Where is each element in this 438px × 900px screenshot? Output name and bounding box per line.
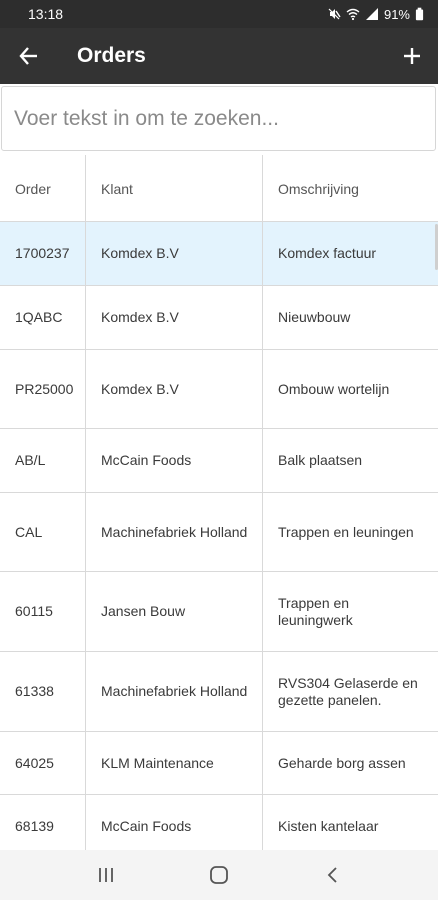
table-row[interactable]: 61338 Machinefabriek Holland RVS304 Gela…: [0, 652, 438, 732]
search-input[interactable]: [1, 86, 436, 151]
cell-klant: Komdex B.V: [86, 222, 263, 285]
cell-klant: Machinefabriek Holland: [86, 652, 263, 731]
recents-icon: [99, 868, 114, 882]
wifi-icon: [346, 8, 360, 21]
back-nav-button[interactable]: [302, 850, 362, 900]
cell-omschrijving: Ombouw wortelijn: [278, 380, 390, 397]
cell-klant: Jansen Bouw: [86, 572, 263, 651]
battery-icon: [415, 7, 424, 21]
back-icon: [327, 867, 337, 883]
table-row[interactable]: 60115 Jansen Bouw Trappen en leuningwerk: [0, 572, 438, 652]
cell-omschrijving: Balk plaatsen: [278, 452, 363, 468]
search-container: [0, 85, 438, 153]
cell-order: CAL: [0, 493, 86, 571]
cell-order: 64025: [0, 732, 86, 794]
status-bar: 13:18 91%: [0, 0, 438, 28]
cell-order: AB/L: [0, 429, 86, 492]
cell-klant: Komdex B.V: [86, 286, 263, 349]
table-row[interactable]: 1QABC Komdex B.V Nieuwbouw: [0, 286, 438, 350]
plus-icon: [404, 48, 420, 64]
table-header: Order Klant Omschrijving: [0, 155, 438, 222]
home-icon: [210, 866, 228, 884]
page-title: Orders: [77, 44, 146, 67]
home-button[interactable]: [189, 850, 249, 900]
cell-omschrijving: Kisten kantelaar: [278, 818, 379, 834]
column-header-order[interactable]: Order: [0, 155, 86, 221]
cell-omschrijving: Trappen en leuningen: [278, 523, 414, 540]
arrow-left-icon: [19, 47, 37, 65]
column-header-klant[interactable]: Klant: [86, 155, 263, 221]
cell-order: PR25000: [0, 350, 86, 428]
orders-table: Order Klant Omschrijving 1700237 Komdex …: [0, 155, 438, 850]
table-row[interactable]: PR25000 Komdex B.V Ombouw wortelijn: [0, 350, 438, 429]
signal-icon: [365, 8, 378, 20]
table-row[interactable]: 64025 KLM Maintenance Geharde borg assen: [0, 732, 438, 795]
mute-icon: [328, 8, 341, 20]
cell-order: 68139: [0, 795, 86, 850]
cell-omschrijving: Komdex factuur: [278, 245, 377, 261]
recents-button[interactable]: [76, 850, 136, 900]
table-row[interactable]: CAL Machinefabriek Holland Trappen en le…: [0, 493, 438, 572]
cell-klant: McCain Foods: [86, 429, 263, 492]
table-row[interactable]: 68139 McCain Foods Kisten kantelaar: [0, 795, 438, 850]
cell-order: 60115: [0, 572, 86, 651]
cell-omschrijving: RVS304 Gelaserde en gezette panelen.: [278, 674, 418, 708]
cell-klant: Machinefabriek Holland: [86, 493, 263, 571]
status-time: 13:18: [28, 6, 64, 22]
app-bar: Orders: [0, 28, 438, 84]
add-order-button[interactable]: [386, 28, 438, 84]
table-row[interactable]: 1700237 Komdex B.V Komdex factuur: [0, 222, 438, 286]
status-icons: 91%: [327, 7, 424, 22]
cell-omschrijving: Geharde borg assen: [278, 754, 406, 771]
system-nav-bar: [0, 850, 438, 900]
cell-klant: KLM Maintenance: [86, 732, 263, 794]
cell-klant: McCain Foods: [86, 795, 263, 850]
column-header-omschrijving[interactable]: Omschrijving: [263, 155, 438, 221]
cell-order: 1700237: [0, 222, 86, 285]
cell-omschrijving: Trappen en leuningwerk: [278, 594, 353, 628]
cell-order: 1QABC: [0, 286, 86, 349]
table-row[interactable]: AB/L McCain Foods Balk plaatsen: [0, 429, 438, 493]
cell-klant: Komdex B.V: [86, 350, 263, 428]
cell-order: 61338: [0, 652, 86, 731]
cell-omschrijving: Nieuwbouw: [278, 309, 351, 325]
back-button[interactable]: [0, 28, 58, 84]
battery-percent: 91%: [383, 6, 410, 22]
